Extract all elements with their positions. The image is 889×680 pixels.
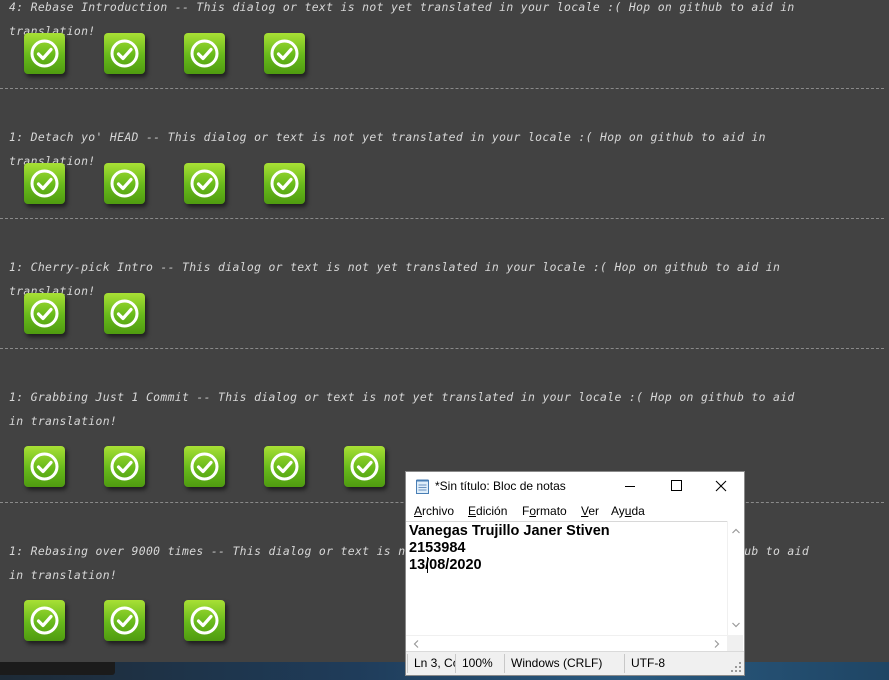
- text-caret: [427, 557, 428, 573]
- text-editor-area[interactable]: Vanegas Trujillo Janer Stiven 2153984 13…: [406, 521, 743, 636]
- window-title: *Sin título: Bloc de notas: [435, 479, 566, 493]
- completed-checkmark-icon[interactable]: [184, 446, 225, 487]
- scrollbar-corner: [727, 635, 743, 651]
- check-circle-icon: [110, 39, 139, 68]
- completed-checkmark-icon[interactable]: [184, 163, 225, 204]
- menu-edicion[interactable]: Edición: [468, 504, 507, 518]
- notepad-icon: [416, 479, 429, 494]
- check-circle-icon: [270, 169, 299, 198]
- vertical-scrollbar[interactable]: [727, 521, 744, 635]
- status-divider: [624, 654, 625, 673]
- cursor-position: Ln 3, Col 3: [414, 656, 455, 670]
- completed-checkmark-icon[interactable]: [264, 33, 305, 74]
- close-button[interactable]: [699, 472, 745, 501]
- zoom-level: 100%: [462, 656, 493, 670]
- completed-checkmark-icon[interactable]: [104, 33, 145, 74]
- menu-ver[interactable]: Ver: [581, 504, 599, 518]
- completed-checkmark-icon[interactable]: [24, 33, 65, 74]
- check-circle-icon: [30, 299, 59, 328]
- maximize-icon: [671, 480, 682, 491]
- title-bar[interactable]: *Sin título: Bloc de notas: [406, 472, 744, 501]
- level-row: 4: Rebase Introduction -- This dialog or…: [0, 0, 884, 89]
- line-ending: Windows (CRLF): [511, 656, 603, 670]
- notepad-window[interactable]: *Sin título: Bloc de notas Archivo Edici…: [405, 471, 745, 676]
- status-divider: [504, 654, 505, 673]
- maximize-button[interactable]: [653, 472, 699, 501]
- check-circle-icon: [350, 452, 379, 481]
- menu-formato[interactable]: Formato: [522, 504, 567, 518]
- check-circle-icon: [30, 606, 59, 635]
- completed-checkmark-icon[interactable]: [344, 446, 385, 487]
- check-circle-icon: [190, 169, 219, 198]
- check-circle-icon: [190, 452, 219, 481]
- completed-checkmark-icon[interactable]: [264, 163, 305, 204]
- check-circle-icon: [270, 452, 299, 481]
- editor-text[interactable]: Vanegas Trujillo Janer Stiven 2153984 13…: [409, 523, 610, 574]
- level-row: 1: Cherry-pick Intro -- This dialog or t…: [0, 219, 884, 349]
- completed-checkmark-icon[interactable]: [184, 33, 225, 74]
- level-title: 1: Grabbing Just 1 Commit -- This dialog…: [9, 390, 795, 428]
- horizontal-scrollbar[interactable]: [406, 635, 727, 652]
- menu-ayuda[interactable]: Ayuda: [611, 504, 645, 518]
- check-circle-icon: [30, 452, 59, 481]
- completed-checkmark-icon[interactable]: [264, 446, 305, 487]
- completed-checkmark-icon[interactable]: [184, 600, 225, 641]
- completed-checkmark-icon[interactable]: [104, 163, 145, 204]
- check-circle-icon: [190, 39, 219, 68]
- close-icon: [715, 480, 727, 492]
- completed-checkmark-icon[interactable]: [104, 600, 145, 641]
- menu-archivo[interactable]: Archivo: [414, 504, 454, 518]
- check-circle-icon: [30, 169, 59, 198]
- minimize-icon: [625, 486, 635, 487]
- level-row: 1: Detach yo' HEAD -- This dialog or tex…: [0, 89, 884, 219]
- status-divider: [455, 654, 456, 673]
- taskbar-panel: [0, 662, 115, 675]
- check-circle-icon: [270, 39, 299, 68]
- completed-checkmark-icon[interactable]: [24, 446, 65, 487]
- scroll-left-arrow-icon[interactable]: [408, 636, 424, 652]
- scroll-down-arrow-icon[interactable]: [728, 617, 744, 633]
- completed-checkmark-icon[interactable]: [24, 163, 65, 204]
- status-divider: [407, 654, 408, 673]
- status-bar: Ln 3, Col 3 100% Windows (CRLF) UTF-8: [406, 651, 744, 675]
- resize-grip-icon[interactable]: [730, 661, 742, 673]
- check-circle-icon: [110, 169, 139, 198]
- scroll-right-arrow-icon[interactable]: [709, 636, 725, 652]
- encoding: UTF-8: [631, 656, 665, 670]
- check-circle-icon: [190, 606, 219, 635]
- completed-checkmark-icon[interactable]: [24, 293, 65, 334]
- minimize-button[interactable]: [607, 472, 653, 501]
- menu-bar: Archivo Edición Formato Ver Ayuda: [406, 501, 744, 521]
- check-circle-icon: [110, 606, 139, 635]
- completed-checkmark-icon[interactable]: [24, 600, 65, 641]
- completed-checkmark-icon[interactable]: [104, 446, 145, 487]
- completed-checkmark-icon[interactable]: [104, 293, 145, 334]
- scroll-up-arrow-icon[interactable]: [728, 523, 744, 539]
- check-circle-icon: [110, 299, 139, 328]
- check-circle-icon: [30, 39, 59, 68]
- check-circle-icon: [110, 452, 139, 481]
